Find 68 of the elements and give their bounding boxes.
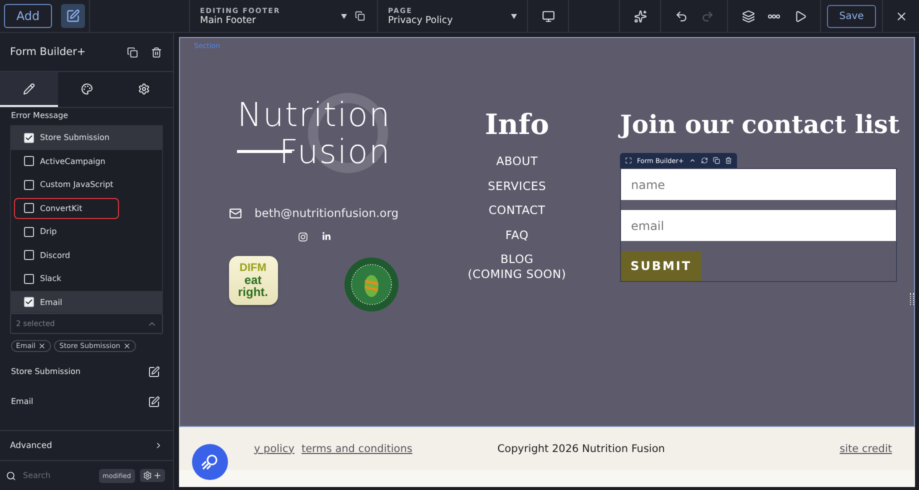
nav-link[interactable]: BLOG (COMING SOON) [461,252,573,281]
checkbox[interactable] [24,156,34,166]
caret-icon[interactable] [341,14,347,18]
nav-link[interactable]: ABOUT [461,154,573,168]
action-label: Email [11,397,34,406]
footer-name: Main Footer [200,14,257,26]
footer-link[interactable]: y policy [254,442,294,454]
page-name: Privacy Policy [388,14,454,26]
info-heading: Info [484,108,550,142]
plus-icon [153,471,162,480]
gear-icon [138,82,150,94]
remove-icon[interactable] [38,342,46,350]
checkbox[interactable] [24,297,34,308]
expand-icon[interactable] [625,157,632,164]
nav-link[interactable]: SERVICES [461,178,573,193]
chevron-up-icon[interactable] [688,157,696,164]
edit-icon[interactable] [61,4,85,28]
magnifier-icon [200,452,220,472]
menu-option[interactable]: Email [11,290,162,312]
panel-title: Form Builder+ [10,46,87,58]
copyright-text: Copyright 2026 Nutrition Fusion [497,442,666,454]
nav-link[interactable]: CONTACT [461,203,573,218]
linkedin-icon[interactable] [322,232,330,241]
caret-icon[interactable] [511,14,517,18]
form-heading: Join our contact list [620,109,897,141]
checkbox[interactable] [24,274,34,284]
chevron-right-icon [154,441,163,450]
remove-icon[interactable] [123,342,132,350]
menu-option[interactable]: ActiveCampaign [11,150,162,173]
input-field[interactable]: name [621,169,896,200]
menu-option[interactable]: Discord [11,244,162,267]
pencil-icon [22,82,35,94]
email-address: beth@nutritionfusion.org [254,206,399,220]
footer-link[interactable]: site credit [840,442,892,454]
advanced-row[interactable]: Advanced [0,430,173,461]
menu-option[interactable]: Store Submission [11,126,162,150]
palette-icon [80,82,92,94]
gear-icon [143,471,152,480]
input-field[interactable]: email [621,210,896,241]
seal-logo-drawing [342,256,400,313]
logo: Nutrition Fusion [237,90,391,176]
refresh-icon[interactable] [700,157,708,164]
nav-link[interactable]: FAQ [461,228,573,242]
mail-icon [229,206,242,220]
add-setting-button[interactable] [140,469,165,482]
menu-option[interactable]: Drip [11,220,162,244]
panel-tab[interactable] [0,72,58,107]
menu-option[interactable]: Custom JavaScript [11,173,162,196]
badge-logo: DIFM eat right. [228,256,278,305]
save-button[interactable]: Save [827,4,876,28]
resize-handle[interactable] [910,293,914,305]
instagram-icon[interactable] [298,232,308,242]
trash-icon[interactable] [724,157,732,164]
footer-link[interactable]: terms and conditions [301,442,412,454]
field-label: Error Message [10,110,70,122]
search-field[interactable]: Search [21,470,94,481]
submit-button[interactable]: SUBMIT [621,251,701,281]
checkbox[interactable] [24,132,34,143]
menu-option[interactable]: ConvertKit [11,196,162,220]
copy-icon[interactable] [712,157,720,164]
menu-option[interactable]: Slack [11,267,162,290]
action-label: Store Submission [11,367,80,376]
add-button[interactable]: Add [4,4,52,28]
checkbox[interactable] [24,180,34,190]
checkbox[interactable] [24,226,34,237]
checkbox[interactable] [24,250,34,260]
checkbox[interactable] [24,203,34,214]
search-icon [6,470,16,480]
